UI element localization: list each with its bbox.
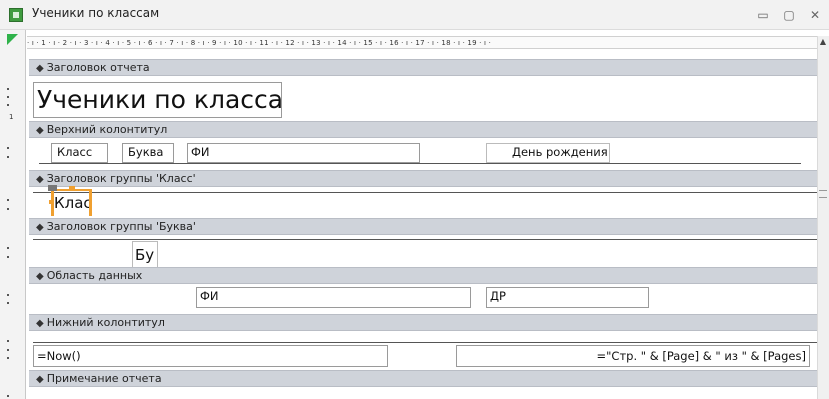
ruler-tick	[7, 208, 9, 210]
section-label: Нижний колонтитул	[46, 316, 165, 329]
section-group-letter-header[interactable]: ◆ Заголовок группы 'Буква'	[29, 218, 817, 235]
maximize-button[interactable]: ▢	[777, 5, 801, 25]
section-detail[interactable]: ◆ Область данных	[29, 267, 817, 284]
field-class-selected[interactable]: Клас	[52, 192, 94, 214]
ruler-tick	[7, 156, 9, 158]
vertical-scrollbar[interactable]	[817, 36, 829, 399]
selection-handle-right[interactable]	[89, 190, 92, 216]
footer-top-line	[33, 342, 817, 343]
section-page-header[interactable]: ◆ Верхний колонтитул	[29, 121, 817, 138]
ruler-tick	[7, 340, 9, 342]
section-label: Область данных	[46, 269, 143, 282]
section-label: Примечание отчета	[46, 372, 162, 385]
scroll-up-arrow-icon[interactable]: ▲	[818, 37, 828, 47]
resize-handle-left[interactable]	[49, 200, 53, 204]
move-handle-icon[interactable]	[48, 185, 57, 191]
ruler-tick	[7, 104, 9, 106]
report-icon	[9, 8, 23, 22]
section-arrow-icon: ◆	[36, 271, 44, 282]
section-page-footer[interactable]: ◆ Нижний колонтитул	[29, 314, 817, 331]
section-label: Верхний колонтитул	[46, 123, 168, 136]
ruler-tick	[7, 395, 9, 397]
label-fio[interactable]: ФИ	[187, 143, 420, 163]
section-report-footer[interactable]: ◆ Примечание отчета	[29, 370, 817, 387]
label-birthday[interactable]: День рождения	[486, 143, 610, 163]
section-arrow-icon: ◆	[36, 318, 44, 329]
field-letter[interactable]: Бу	[132, 241, 158, 268]
group-top-line	[33, 239, 817, 240]
field-page-numbers[interactable]: ="Стр. " & [Page] & " из " & [Pages]	[456, 345, 810, 367]
ruler-tick	[7, 147, 9, 149]
section-group-class-header[interactable]: ◆ Заголовок группы 'Класс'	[29, 170, 817, 187]
resize-handle-top[interactable]	[69, 186, 75, 191]
vertical-ruler	[0, 30, 26, 399]
vertical-ruler-mark: 1	[9, 113, 14, 121]
horizontal-ruler: · ı · 1 · ı · 2 · ı · 3 · ı · 4 · ı · 5 …	[27, 36, 819, 49]
select-report-corner-icon[interactable]	[7, 34, 18, 45]
section-label: Заголовок группы 'Буква'	[46, 220, 196, 233]
ruler-tick	[7, 88, 9, 90]
section-label: Заголовок отчета	[46, 61, 150, 74]
field-fio[interactable]: ФИ	[196, 287, 471, 308]
ruler-tick	[7, 357, 9, 359]
label-letter[interactable]: Буква	[122, 143, 174, 163]
ruler-tick	[7, 294, 9, 296]
ruler-tick	[7, 247, 9, 249]
ruler-tick	[7, 256, 9, 258]
ruler-tick	[7, 199, 9, 201]
group-top-line	[33, 192, 817, 193]
section-report-header[interactable]: ◆ Заголовок отчета	[29, 59, 817, 76]
close-button[interactable]: ✕	[803, 5, 827, 25]
section-arrow-icon: ◆	[36, 125, 44, 136]
section-arrow-icon: ◆	[36, 374, 44, 385]
scrollbar-grip[interactable]	[819, 190, 827, 198]
window-title: Ученики по классам	[32, 6, 160, 20]
ruler-tick	[7, 302, 9, 304]
field-dr[interactable]: ДР	[486, 287, 649, 308]
section-arrow-icon: ◆	[36, 174, 44, 185]
report-title-label[interactable]: Ученики по классам	[33, 82, 282, 118]
ruler-tick	[7, 96, 9, 98]
section-arrow-icon: ◆	[36, 63, 44, 74]
header-underline	[39, 163, 801, 164]
ruler-tick	[7, 349, 9, 351]
minimize-button[interactable]: ▭	[751, 5, 775, 25]
label-class[interactable]: Класс	[51, 143, 108, 163]
section-arrow-icon: ◆	[36, 222, 44, 233]
section-label: Заголовок группы 'Класс'	[46, 172, 196, 185]
field-now[interactable]: =Now()	[33, 345, 388, 367]
